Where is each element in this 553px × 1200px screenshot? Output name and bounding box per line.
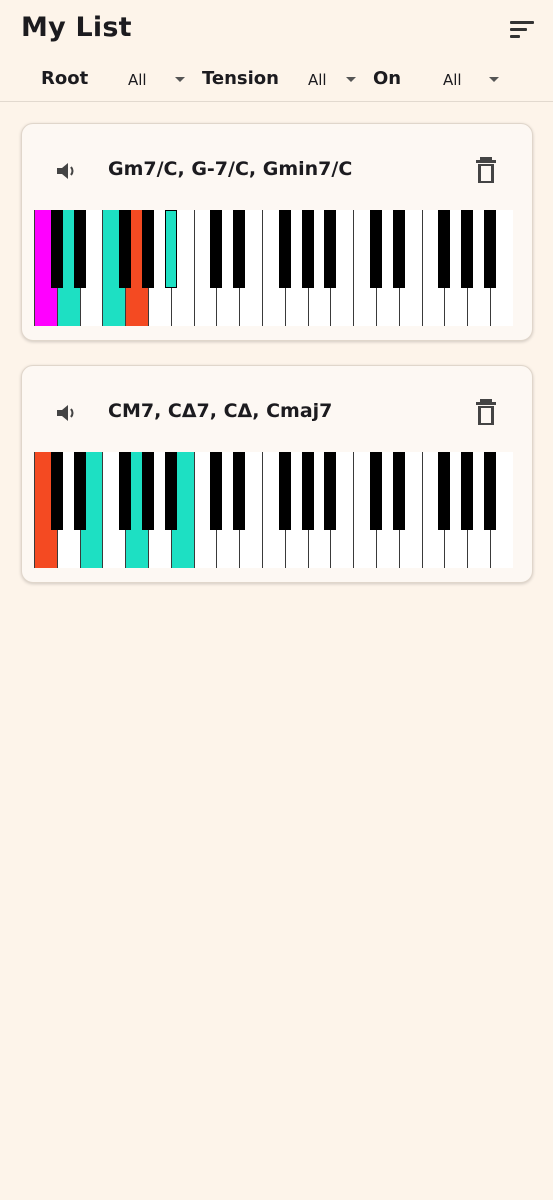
chord-name: Gm7/C, G-7/C, Gmin7/C <box>108 158 353 180</box>
black-key-fsharp0 <box>119 210 132 288</box>
filter-on-value: All <box>443 71 462 89</box>
black-key-fsharp2 <box>438 452 451 530</box>
black-key-asharp1 <box>324 210 337 288</box>
black-key-gsharp1 <box>301 210 314 288</box>
chord-card: Gm7/C, G-7/C, Gmin7/C <box>21 123 533 341</box>
filter-tension-select[interactable]: All <box>308 66 360 94</box>
black-key-dsharp1 <box>233 210 246 288</box>
black-key-dsharp1 <box>233 452 246 530</box>
black-key-asharp0 <box>164 452 177 530</box>
filter-root-label: Root <box>41 68 89 89</box>
chord-name: CM7, CΔ7, CΔ, Cmaj7 <box>108 400 333 422</box>
black-key-dsharp2 <box>392 210 405 288</box>
black-key-gsharp0 <box>142 210 154 288</box>
black-key-csharp1 <box>210 210 223 288</box>
black-key-asharp2 <box>484 452 496 530</box>
filter-on-label: On <box>373 68 402 89</box>
black-key-csharp1 <box>210 452 223 530</box>
black-key-csharp0 <box>50 210 63 288</box>
trash-icon[interactable] <box>474 398 498 426</box>
piano-keyboard <box>34 452 519 568</box>
speaker-icon[interactable] <box>55 402 79 424</box>
black-key-dsharp0 <box>73 210 86 288</box>
black-key-fsharp1 <box>278 210 291 288</box>
black-key-gsharp2 <box>461 210 474 288</box>
black-key-fsharp2 <box>438 210 451 288</box>
filter-tension-label: Tension <box>202 68 279 89</box>
black-key-gsharp1 <box>301 452 314 530</box>
filter-root-value: All <box>128 71 147 89</box>
black-key-dsharp0 <box>73 452 86 530</box>
chevron-down-icon <box>489 77 499 82</box>
app-header: My List Root All Tension All On All <box>0 0 553 102</box>
black-key-fsharp0 <box>119 452 132 530</box>
filter-tension-value: All <box>308 71 327 89</box>
piano-keyboard <box>34 210 519 326</box>
filter-on-select[interactable]: All <box>443 66 503 94</box>
black-key-gsharp2 <box>461 452 474 530</box>
black-key-csharp0 <box>50 452 63 530</box>
speaker-icon[interactable] <box>55 160 79 182</box>
chevron-down-icon <box>346 77 356 82</box>
trash-icon[interactable] <box>474 156 498 184</box>
black-key-asharp0 <box>164 210 177 288</box>
black-key-asharp1 <box>324 452 337 530</box>
chevron-down-icon <box>175 77 185 82</box>
black-key-csharp2 <box>370 452 382 530</box>
page-title: My List <box>21 12 132 43</box>
black-key-dsharp2 <box>392 452 405 530</box>
chord-card: CM7, CΔ7, CΔ, Cmaj7 <box>21 365 533 583</box>
sort-icon[interactable] <box>505 16 539 46</box>
black-key-asharp2 <box>484 210 496 288</box>
filter-root-select[interactable]: All <box>128 66 188 94</box>
black-key-gsharp0 <box>142 452 154 530</box>
black-key-csharp2 <box>370 210 382 288</box>
black-key-fsharp1 <box>278 452 291 530</box>
